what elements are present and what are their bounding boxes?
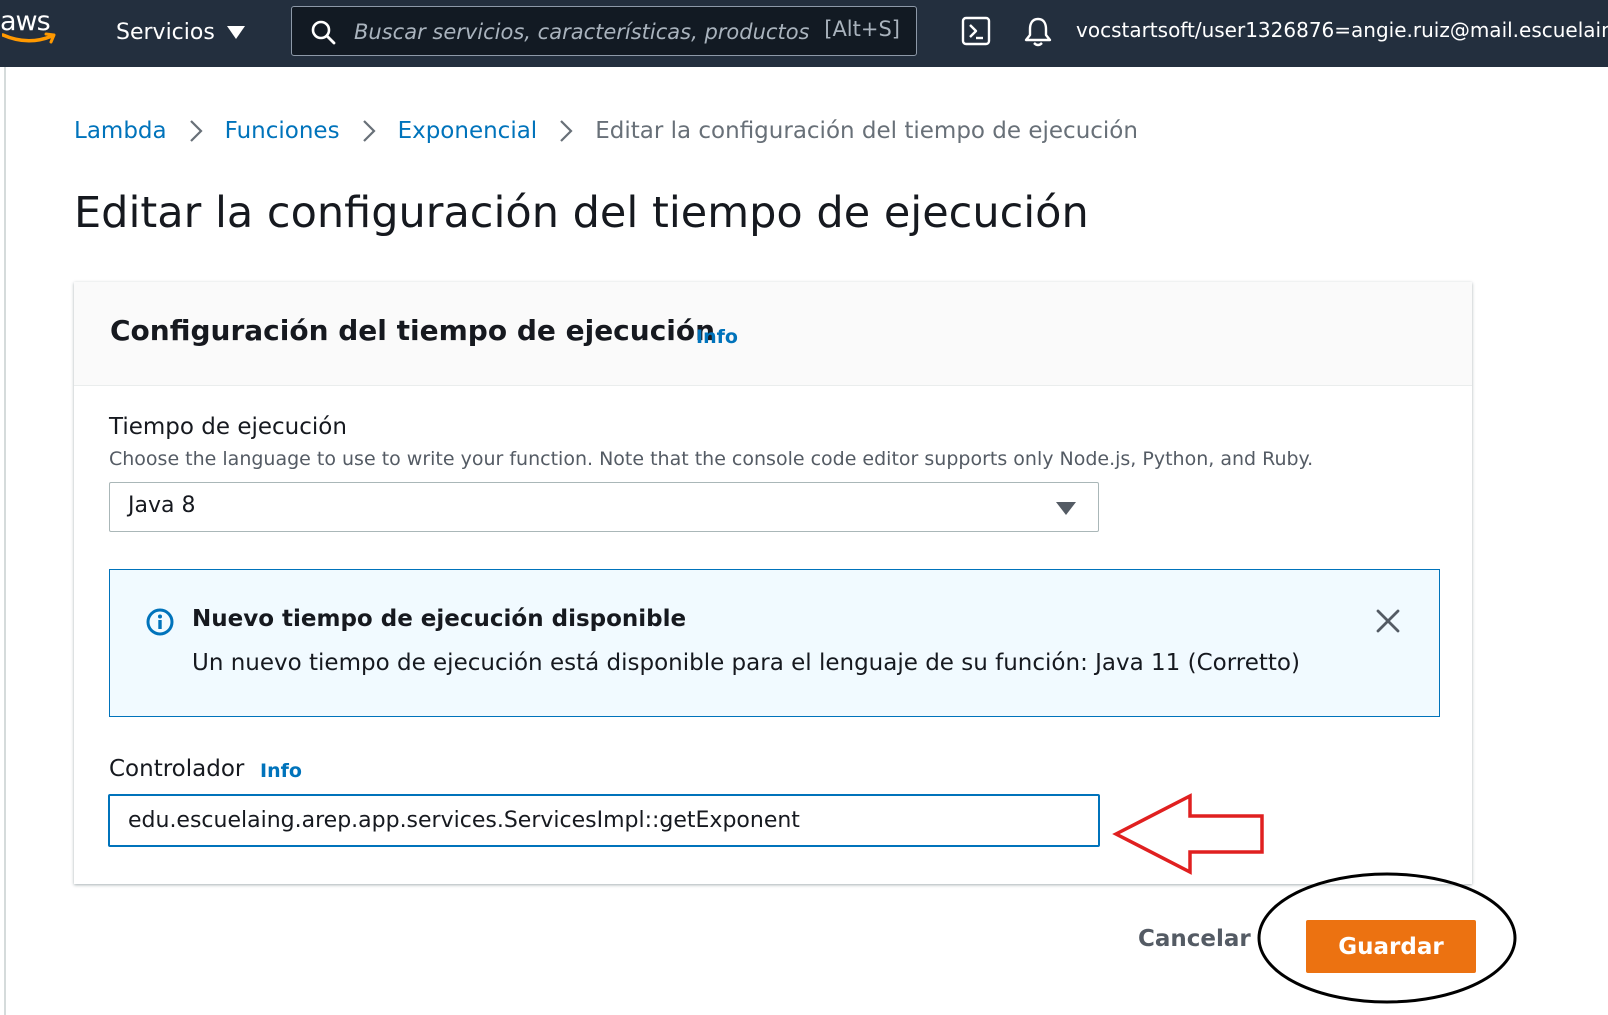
caret-down-icon xyxy=(226,25,245,39)
breadcrumb-link-lambda[interactable]: Lambda xyxy=(74,118,167,144)
handler-label: Controlador xyxy=(109,756,245,782)
breadcrumb-link-exponencial[interactable]: Exponencial xyxy=(398,118,538,144)
global-search-box[interactable]: [Alt+S] xyxy=(291,6,917,56)
notifications-bell-icon[interactable] xyxy=(1023,16,1053,48)
panel-header: Configuración del tiempo de ejecución In… xyxy=(74,282,1472,386)
cancel-button[interactable]: Cancelar xyxy=(1138,926,1251,952)
breadcrumb-link-funciones[interactable]: Funciones xyxy=(225,118,340,144)
caret-down-icon xyxy=(1056,502,1076,515)
save-button[interactable]: Guardar xyxy=(1306,920,1476,973)
chevron-right-icon xyxy=(559,119,573,143)
runtime-description: Choose the language to use to write your… xyxy=(109,448,1314,470)
search-icon xyxy=(311,20,336,45)
chevron-right-icon xyxy=(362,119,376,143)
handler-input[interactable] xyxy=(108,794,1100,847)
runtime-select[interactable]: Java 8 xyxy=(109,482,1099,532)
chevron-right-icon xyxy=(189,119,203,143)
side-navigation-divider xyxy=(4,67,6,1015)
breadcrumb: Lambda Funciones Exponencial Editar la c… xyxy=(74,114,1138,148)
top-navigation-bar: aws Servicios [Alt+S] vocstartsoft/user1… xyxy=(0,0,1608,67)
page-title: Editar la configuración del tiempo de ej… xyxy=(74,188,1089,238)
services-menu-label: Servicios xyxy=(116,19,215,45)
close-icon[interactable] xyxy=(1375,608,1401,634)
handler-info-link[interactable]: Info xyxy=(260,760,302,782)
runtime-label: Tiempo de ejecución xyxy=(109,414,347,440)
breadcrumb-current: Editar la configuración del tiempo de ej… xyxy=(595,118,1138,144)
account-menu[interactable]: vocstartsoft/user1326876=angie.ruiz@mail… xyxy=(1076,18,1608,42)
global-search-input[interactable] xyxy=(352,15,814,49)
info-circle-icon xyxy=(146,608,174,636)
aws-logo[interactable]: aws xyxy=(0,6,60,46)
panel-title: Configuración del tiempo de ejecución xyxy=(110,314,716,347)
alert-title: Nuevo tiempo de ejecución disponible xyxy=(192,606,687,632)
cloudshell-icon[interactable] xyxy=(961,16,991,46)
panel-info-link[interactable]: Info xyxy=(696,326,738,348)
alert-message: Un nuevo tiempo de ejecución está dispon… xyxy=(192,650,1300,676)
services-menu-button[interactable]: Servicios xyxy=(116,16,245,48)
aws-smile-icon xyxy=(2,32,56,44)
runtime-select-value: Java 8 xyxy=(128,493,196,518)
runtime-settings-panel: Configuración del tiempo de ejecución In… xyxy=(74,282,1472,884)
search-shortcut-hint: [Alt+S] xyxy=(824,17,900,41)
new-runtime-alert: Nuevo tiempo de ejecución disponible Un … xyxy=(109,569,1440,717)
